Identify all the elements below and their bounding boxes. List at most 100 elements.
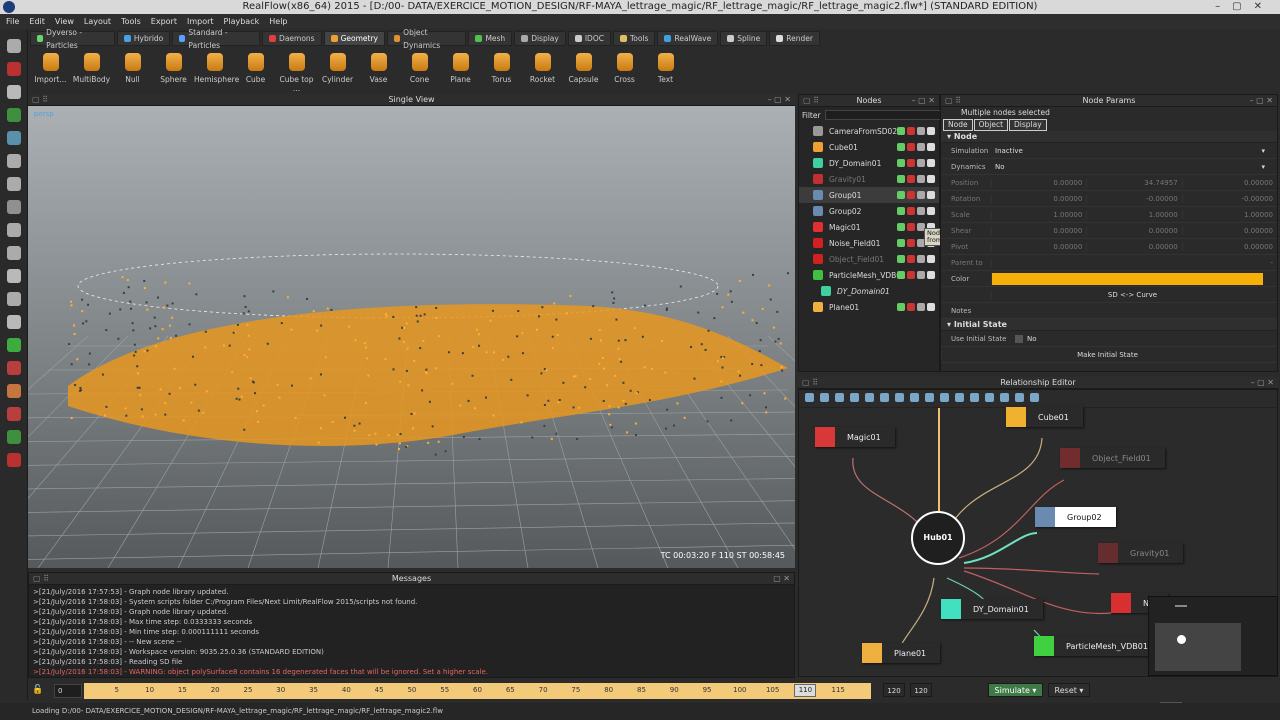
edit-icon[interactable]: [897, 159, 905, 167]
edit-icon[interactable]: [897, 127, 905, 135]
save-icon[interactable]: [907, 207, 915, 215]
shelf-nullbutton[interactable]: Null: [112, 48, 153, 90]
node-item[interactable]: Object_Field01: [799, 251, 939, 267]
graph-node[interactable]: Magic01: [815, 427, 895, 447]
edit-icon[interactable]: [897, 303, 905, 311]
dynamics-select[interactable]: No ▾: [991, 163, 1277, 171]
rel-tool-icon[interactable]: [1000, 393, 1009, 402]
use-initial-checkbox[interactable]: [1015, 334, 1023, 343]
save-icon[interactable]: [907, 223, 915, 231]
graph-node[interactable]: Group02: [1035, 507, 1116, 527]
save-icon[interactable]: [907, 255, 915, 263]
visibility-icon[interactable]: [917, 143, 925, 151]
shelf-crossbutton[interactable]: Cross: [604, 48, 645, 90]
vector-field[interactable]: 0.00000: [1086, 226, 1181, 235]
window-controls[interactable]: –▢✕: [1215, 0, 1274, 14]
tab-standard-particles[interactable]: Standard - Particles: [172, 28, 261, 50]
save-icon[interactable]: [907, 191, 915, 199]
tab-spline[interactable]: Spline: [720, 31, 768, 46]
rel-tool-icon[interactable]: [865, 393, 874, 402]
render-icon[interactable]: [927, 143, 935, 151]
rel-tool-icon[interactable]: [1015, 393, 1024, 402]
edit-icon[interactable]: [897, 223, 905, 231]
vector-field[interactable]: 34.74957: [1086, 178, 1181, 187]
color-swatch[interactable]: [991, 272, 1263, 285]
rel-tool-icon[interactable]: [850, 393, 859, 402]
3d-viewport[interactable]: persp TC 00:03:20 F 110 ST 00:58:45: [28, 106, 795, 568]
vector-field[interactable]: 1.00000: [1181, 210, 1277, 219]
tab-mesh[interactable]: Mesh: [468, 31, 513, 46]
rel-tool-icon[interactable]: [910, 393, 919, 402]
max-frame-field[interactable]: 120: [910, 683, 932, 697]
save-icon[interactable]: [907, 175, 915, 183]
shelf-cube-top-button[interactable]: Cube top ...: [276, 48, 317, 93]
tab-render[interactable]: Render: [769, 31, 820, 46]
tab-idoc[interactable]: IDOC: [567, 31, 611, 46]
initial-state-header[interactable]: ▾ Initial State: [941, 319, 1277, 331]
tool-icon[interactable]: [6, 269, 21, 283]
tab-realwave[interactable]: RealWave: [657, 31, 719, 46]
render-icon[interactable]: [927, 271, 935, 279]
current-frame-marker[interactable]: 110: [794, 684, 817, 697]
vector-field[interactable]: 1.00000: [1086, 210, 1181, 219]
shelf-capsulebutton[interactable]: Capsule: [563, 48, 604, 90]
end-frame-field[interactable]: 120: [883, 683, 905, 697]
vector-field[interactable]: 0.00000: [991, 178, 1086, 187]
save-icon[interactable]: [907, 159, 915, 167]
vector-field[interactable]: -0.00000: [1181, 194, 1277, 203]
edit-icon[interactable]: [897, 207, 905, 215]
minimap[interactable]: [1148, 596, 1278, 676]
save-icon[interactable]: [907, 271, 915, 279]
tool-icon[interactable]: [6, 246, 21, 260]
node-item[interactable]: CameraFromSD02: [799, 123, 939, 139]
shelf-planebutton[interactable]: Plane: [440, 48, 481, 90]
graph-node[interactable]: DY_Domain01: [941, 599, 1043, 619]
node-item[interactable]: DY_Domain01: [799, 283, 939, 299]
visibility-icon[interactable]: [917, 271, 925, 279]
tab-geometry[interactable]: Geometry: [323, 31, 385, 46]
shelf-textbutton[interactable]: Text: [645, 48, 686, 90]
graph-node[interactable]: Cube01: [1006, 407, 1083, 427]
vector-field[interactable]: 0.00000: [1181, 178, 1277, 187]
menu-export[interactable]: Export: [151, 14, 177, 29]
tool-icon[interactable]: [6, 62, 21, 76]
render-icon[interactable]: [927, 127, 935, 135]
shelf-spherebutton[interactable]: Sphere: [153, 48, 194, 90]
vector-field[interactable]: 0.00000: [1086, 242, 1181, 251]
vector-field[interactable]: 0.00000: [1181, 226, 1277, 235]
shelf-import-button[interactable]: Import...: [30, 48, 71, 90]
rel-tool-icon[interactable]: [970, 393, 979, 402]
tool-icon[interactable]: [6, 430, 21, 444]
tab-hybrido[interactable]: Hybrido: [116, 31, 171, 46]
vector-field[interactable]: 0.00000: [1181, 242, 1277, 251]
message-log[interactable]: >[21/July/2016 17:57:53] - Graph node li…: [29, 585, 794, 677]
rel-tool-icon[interactable]: [940, 393, 949, 402]
tool-icon[interactable]: [6, 154, 21, 168]
graph-node[interactable]: ParticleMesh_VDB01: [1034, 636, 1162, 656]
graph-node[interactable]: Object_Field01: [1060, 448, 1165, 468]
tool-icon[interactable]: [6, 177, 21, 191]
edit-icon[interactable]: [897, 271, 905, 279]
visibility-icon[interactable]: [917, 207, 925, 215]
tool-icon[interactable]: [6, 39, 21, 53]
save-icon[interactable]: [907, 239, 915, 247]
tool-icon[interactable]: [6, 338, 21, 352]
visibility-icon[interactable]: [917, 127, 925, 135]
rel-tool-icon[interactable]: [820, 393, 829, 402]
shelf-conebutton[interactable]: Cone: [399, 48, 440, 90]
timeline-bar[interactable]: 5 10 15 20 25 30 35 40 45 50 55 60 65 70 75 80 85 90 95 100…: [84, 683, 871, 699]
graph-node[interactable]: Plane01: [862, 643, 941, 663]
vector-field[interactable]: 1.00000: [991, 210, 1086, 219]
visibility-icon[interactable]: [917, 175, 925, 183]
visibility-icon[interactable]: [917, 159, 925, 167]
visibility-icon[interactable]: [917, 255, 925, 263]
vector-field[interactable]: 0.00000: [991, 194, 1086, 203]
tool-icon[interactable]: [6, 453, 21, 467]
tab-display[interactable]: Display: [1009, 119, 1047, 131]
node-item[interactable]: Group01: [799, 187, 939, 203]
rel-tool-icon[interactable]: [985, 393, 994, 402]
tool-icon[interactable]: [6, 131, 21, 145]
tab-daemons[interactable]: Daemons: [262, 31, 322, 46]
tool-icon[interactable]: [6, 223, 21, 237]
rel-tool-icon[interactable]: [805, 393, 814, 402]
